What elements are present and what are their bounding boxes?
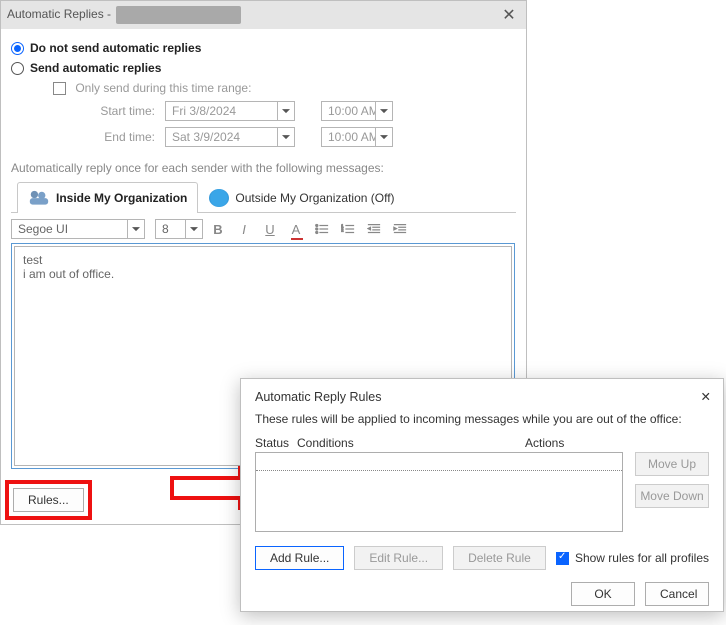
end-time-label: End time: [79,130,165,144]
start-date-value: Fri 3/8/2024 [166,104,277,118]
rules-list-headers: Status Conditions Actions [255,436,709,450]
bullet-list-button[interactable] [311,219,333,239]
dialog-title-prefix: Automatic Replies - [7,7,114,21]
chevron-down-icon [277,102,294,120]
automatic-replies-titlebar: Automatic Replies - ✕ [1,1,526,29]
end-time-combo[interactable]: 10:00 AM [321,127,393,147]
move-up-button[interactable]: Move Up [635,452,709,476]
font-name-combo[interactable]: Segoe UI [11,219,145,239]
time-range-block: Only send during this time range: Start … [53,81,516,147]
radio-send[interactable]: Send automatic replies [11,61,516,75]
ok-button[interactable]: OK [571,582,635,606]
outdent-button[interactable] [363,219,385,239]
only-send-range-row[interactable]: Only send during this time range: [53,81,516,95]
radio-icon [11,62,24,75]
rules-list-selected-row[interactable] [256,453,622,471]
auto-reply-note: Automatically reply once for each sender… [11,161,516,175]
tab-outside-org[interactable]: Outside My Organization (Off) [198,182,405,213]
checkbox-icon [53,82,66,95]
svg-text:2: 2 [341,228,344,233]
chevron-down-icon [185,220,202,238]
close-icon[interactable]: ✕ [701,389,711,404]
chevron-down-icon [375,102,392,120]
start-time-combo[interactable]: 10:00 AM [321,101,393,121]
dialog-title: Automatic Replies - [7,6,241,24]
tab-inside-org[interactable]: Inside My Organization [17,182,198,213]
header-status: Status [255,436,297,450]
tab-outside-label: Outside My Organization (Off) [235,191,394,205]
formatting-toolbar: Segoe UI 8 B I U A 12 [11,213,516,243]
chevron-down-icon [375,128,392,146]
header-actions: Actions [525,436,709,450]
delete-rule-button[interactable]: Delete Rule [453,546,546,570]
header-conditions: Conditions [297,436,525,450]
radio-icon [11,42,24,55]
cancel-button[interactable]: Cancel [645,582,709,606]
start-time-label: Start time: [79,104,165,118]
end-time-row: End time: Sat 3/9/2024 10:00 AM [79,127,516,147]
font-color-button[interactable]: A [285,219,307,239]
start-time-value: 10:00 AM [322,104,375,118]
globe-icon [209,189,229,207]
rules-dialog-title: Automatic Reply Rules [255,390,381,404]
end-time-value: 10:00 AM [322,130,375,144]
reply-scope-tabs: Inside My Organization Outside My Organi… [11,181,516,213]
rules-button-highlight: Rules... [5,480,92,520]
only-send-range-label: Only send during this time range: [75,81,251,95]
rules-description: These rules will be applied to incoming … [255,412,709,426]
chevron-down-icon [277,128,294,146]
italic-button[interactable]: I [233,219,255,239]
bold-button[interactable]: B [207,219,229,239]
start-date-combo[interactable]: Fri 3/8/2024 [165,101,295,121]
underline-button[interactable]: U [259,219,281,239]
font-size-value: 8 [156,222,185,236]
show-all-profiles-label: Show rules for all profiles [575,551,709,565]
checkbox-icon [556,552,569,565]
edit-rule-button[interactable]: Edit Rule... [354,546,443,570]
tab-inside-label: Inside My Organization [56,191,187,205]
radio-do-not-send-label: Do not send automatic replies [30,41,201,55]
font-name-value: Segoe UI [12,222,127,236]
show-all-profiles-checkbox[interactable]: Show rules for all profiles [556,551,709,565]
end-date-combo[interactable]: Sat 3/9/2024 [165,127,295,147]
account-name-redacted [116,6,241,24]
close-icon[interactable]: ✕ [498,5,520,25]
indent-button[interactable] [389,219,411,239]
radio-send-label: Send automatic replies [30,61,161,75]
move-down-button[interactable]: Move Down [635,484,709,508]
number-list-button[interactable]: 12 [337,219,359,239]
add-rule-button[interactable]: Add Rule... [255,546,344,570]
rules-button[interactable]: Rules... [13,488,84,512]
end-date-value: Sat 3/9/2024 [166,130,277,144]
rules-list[interactable] [255,452,623,532]
chevron-down-icon [127,220,144,238]
rules-dialog-titlebar: Automatic Reply Rules ✕ [241,379,723,412]
radio-do-not-send[interactable]: Do not send automatic replies [11,41,516,55]
automatic-reply-rules-dialog: Automatic Reply Rules ✕ These rules will… [240,378,724,612]
start-time-row: Start time: Fri 3/8/2024 10:00 AM [79,101,516,121]
people-icon [28,189,50,207]
font-size-combo[interactable]: 8 [155,219,203,239]
